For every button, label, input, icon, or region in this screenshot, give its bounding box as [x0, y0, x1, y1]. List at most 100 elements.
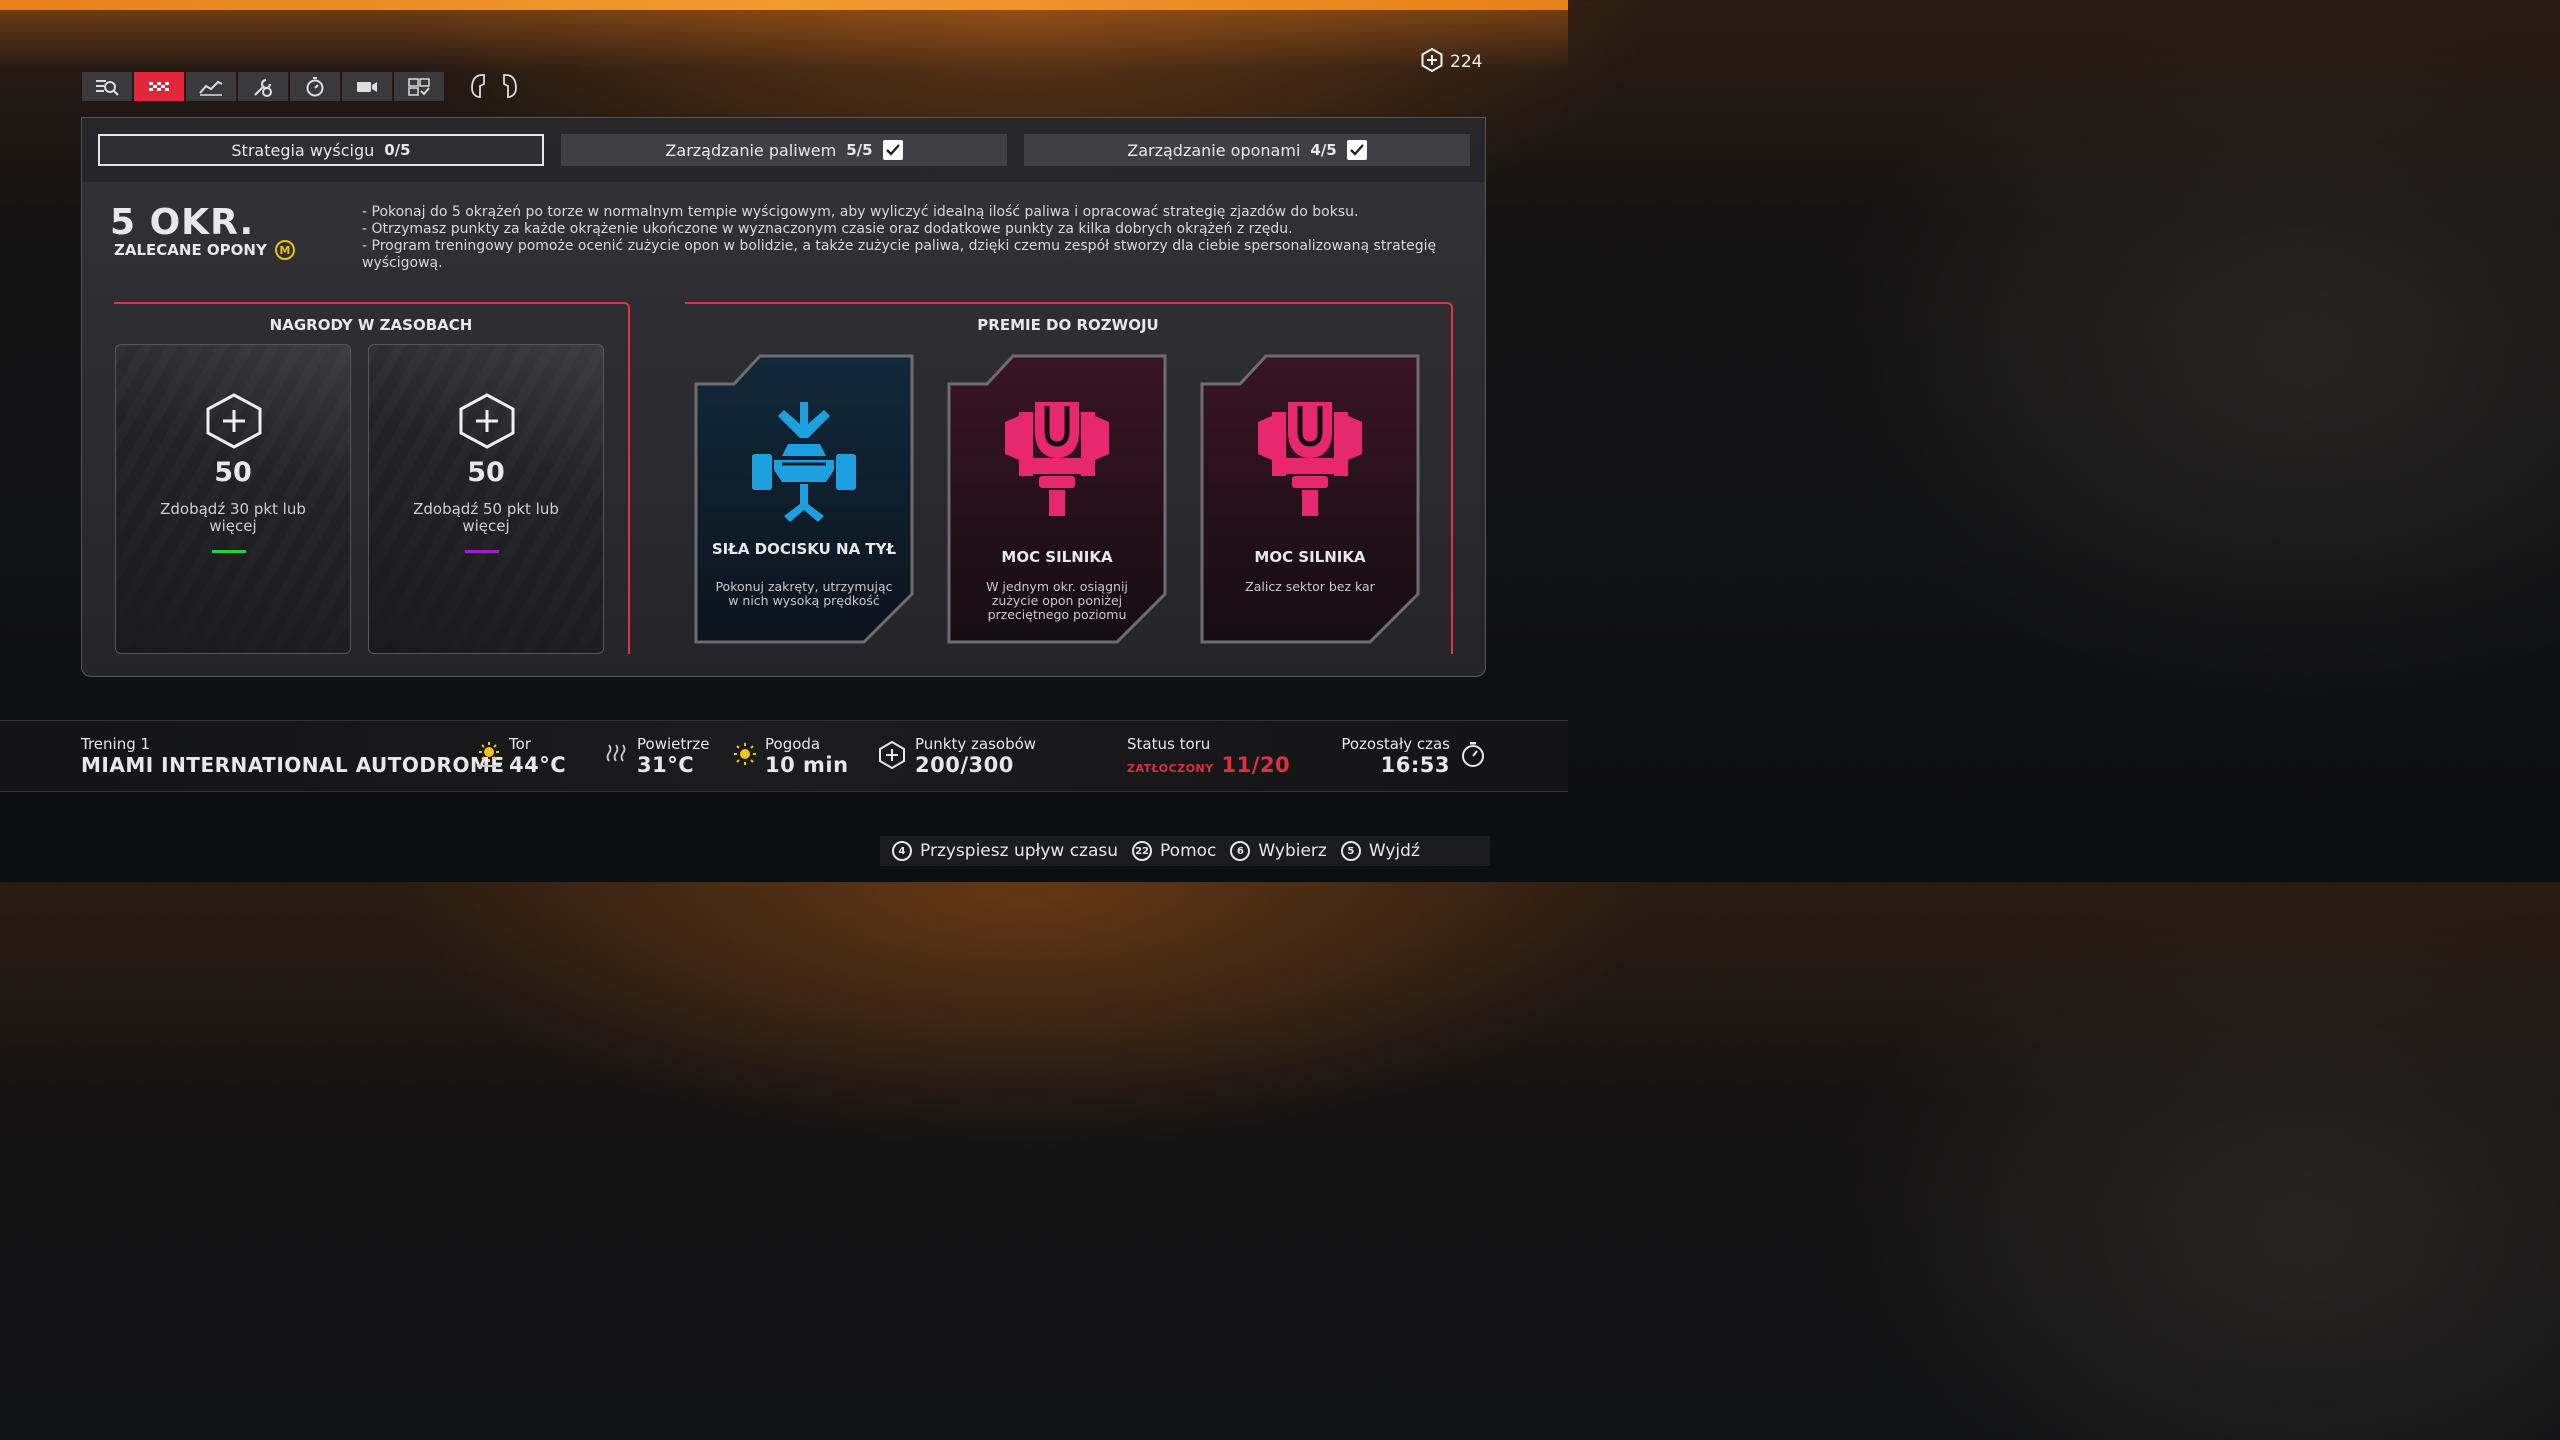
fast-forward-time-button[interactable]: 4 Przyspiesz upływ czasu	[892, 841, 1118, 861]
recommended-tyres-label: ZALECANE OPONY	[114, 241, 267, 259]
resource-points-icon	[1420, 47, 1444, 76]
help-button[interactable]: 22 Pomoc	[1132, 841, 1216, 861]
air-temperature-icon	[604, 741, 628, 771]
strategy-icon[interactable]	[394, 72, 444, 101]
development-bonuses-section: PREMIE DO ROZWOJU SIŁA DOCISKU NA TYŁ Po…	[685, 302, 1453, 654]
stopwatch-icon	[1461, 741, 1485, 773]
air-temperature: Powietrze 31°C	[637, 735, 710, 777]
card-title: MOC SILNIKA	[1001, 548, 1113, 566]
development-card-downforce[interactable]: SIŁA DOCISKU NA TYŁ Pokonuj zakręty, utr…	[694, 354, 914, 644]
sun-icon	[732, 741, 758, 771]
track-status-label: Status toru	[1127, 735, 1211, 753]
tab-fuel-management[interactable]: Zarządzanie paliwem 5/5	[561, 134, 1007, 166]
reward-amount: 50	[214, 457, 252, 488]
air-temp-value: 31°C	[637, 753, 695, 777]
tab-label: Zarządzanie oponami	[1127, 140, 1301, 160]
button-22-icon: 22	[1132, 841, 1153, 861]
session-name: Trening 1	[81, 735, 151, 753]
resource-currency: 224	[1420, 47, 1483, 76]
left-bumper-icon[interactable]	[468, 72, 488, 104]
medium-tyre-icon: M	[274, 240, 295, 260]
stopwatch-icon[interactable]	[290, 72, 340, 101]
section-title: PREMIE DO ROZWOJU	[977, 316, 1159, 334]
button-label: Przyspiesz upływ czasu	[920, 841, 1119, 861]
reward-condition: Zdobądź 50 pkt lub więcej	[413, 500, 559, 535]
camera-icon[interactable]	[342, 72, 392, 101]
tab-count: 0/5	[384, 141, 411, 159]
card-description: W jednym okr. osiągnij zużycie opon poni…	[986, 579, 1128, 622]
reward-card[interactable]: 50 Zdobądź 50 pkt lub więcej	[368, 344, 604, 654]
section-title: NAGRODY W ZASOBACH	[269, 316, 473, 334]
toolbar	[82, 72, 444, 101]
reward-tier-bar	[212, 550, 246, 553]
top-glow-fade	[0, 10, 1568, 70]
checkmark-icon	[882, 140, 903, 160]
description-line: - Pokonaj do 5 okrążeń po torze w normal…	[362, 204, 1359, 220]
analysis-icon[interactable]	[82, 72, 132, 101]
session-info-bar: Trening 1 MIAMI INTERNATIONAL AUTODROME …	[0, 720, 1568, 792]
checkmark-icon	[1346, 140, 1367, 160]
exit-button[interactable]: 5 Wyjdź	[1340, 841, 1420, 861]
track-name: MIAMI INTERNATIONAL AUTODROME	[81, 753, 505, 777]
currency-value: 224	[1450, 52, 1483, 72]
graph-icon[interactable]	[186, 72, 236, 101]
session-info: Trening 1 MIAMI INTERNATIONAL AUTODROME	[81, 735, 505, 777]
track-temperature: Tor 44°C	[509, 735, 566, 777]
tab-tyre-management[interactable]: Zarządzanie oponami 4/5	[1024, 134, 1470, 166]
button-hints: 4 Przyspiesz upływ czasu 22 Pomoc 6 Wybi…	[880, 836, 1490, 866]
rear-wing-icon	[752, 402, 856, 526]
right-bumper-icon[interactable]	[500, 72, 520, 104]
button-4-icon: 4	[892, 841, 912, 861]
air-temp-label: Powietrze	[637, 735, 710, 753]
time-remaining: Pozostały czas 16:53	[1300, 735, 1450, 777]
track-temp-value: 44°C	[509, 753, 567, 777]
laps-count: 5 OKR.	[110, 202, 255, 243]
resource-points: Punkty zasobów 200/300	[915, 735, 1036, 777]
description-line: - Otrzymasz punkty za każde okrążenie uk…	[362, 221, 1293, 237]
time-left-label: Pozostały czas	[1341, 735, 1450, 753]
setup-icon[interactable]	[238, 72, 288, 101]
engine-icon	[1005, 402, 1109, 526]
development-card-engine-power[interactable]: MOC SILNIKA W jednym okr. osiągnij zużyc…	[947, 354, 1167, 644]
weather-label: Pogoda	[765, 735, 821, 753]
card-title: MOC SILNIKA	[1254, 548, 1366, 566]
button-5-icon: 5	[1340, 841, 1361, 861]
resource-rewards-section: NAGRODY W ZASOBACH 50 Zdobądź 30 pkt lub…	[114, 302, 630, 654]
bumper-hints	[468, 72, 520, 104]
top-glow-bar	[0, 0, 1568, 10]
resource-points-label: Punkty zasobów	[915, 735, 1037, 753]
reward-card[interactable]: 50 Zdobądź 30 pkt lub więcej	[115, 344, 351, 654]
development-card-engine-power[interactable]: MOC SILNIKA Zalicz sektor bez kar	[1200, 354, 1420, 644]
weather-forecast: Pogoda 10 min	[765, 735, 849, 777]
tab-label: Strategia wyścigu	[231, 140, 375, 160]
button-label: Wybierz	[1258, 841, 1327, 861]
button-label: Wyjdź	[1368, 841, 1420, 861]
description-line: - Program treningowy pomoże ocenić zużyc…	[362, 238, 1437, 271]
button-6-icon: 6	[1230, 841, 1251, 861]
card-title: SIŁA DOCISKU NA TYŁ	[711, 540, 897, 558]
recommended-tyres: ZALECANE OPONY M	[114, 240, 295, 260]
reward-amount: 50	[467, 457, 505, 488]
tab-count: 5/5	[846, 141, 873, 159]
card-description: Zalicz sektor bez kar	[1245, 579, 1375, 594]
reward-condition: Zdobądź 30 pkt lub więcej	[160, 500, 306, 535]
tab-count: 4/5	[1310, 141, 1337, 159]
card-description: Pokonuj zakręty, utrzymując w nich wysok…	[715, 579, 893, 608]
tab-label: Zarządzanie paliwem	[665, 140, 837, 160]
program-description: - Pokonaj do 5 okrążeń po torze w normal…	[362, 204, 1442, 272]
time-left-value: 16:53	[1380, 753, 1450, 777]
weather-value: 10 min	[765, 753, 849, 777]
program-panel: Strategia wyścigu 0/5 Zarządzanie paliwe…	[81, 117, 1486, 677]
resource-points-icon	[878, 740, 906, 773]
track-status-text: ZATŁOCZONY	[1127, 762, 1214, 775]
track-status-value-row: ZATŁOCZONY 11/20	[1127, 753, 1290, 777]
tab-race-strategy[interactable]: Strategia wyścigu 0/5	[98, 134, 544, 166]
track-status: Status toru ZATŁOCZONY 11/20	[1127, 735, 1290, 777]
engine-icon	[1258, 402, 1362, 526]
race-flag-icon[interactable]	[134, 72, 184, 101]
select-button[interactable]: 6 Wybierz	[1230, 841, 1327, 861]
resource-points-value: 200/300	[915, 753, 1014, 777]
track-temp-label: Tor	[509, 735, 531, 753]
objective-tabs: Strategia wyścigu 0/5 Zarządzanie paliwe…	[82, 118, 1485, 182]
button-label: Pomoc	[1160, 841, 1217, 861]
